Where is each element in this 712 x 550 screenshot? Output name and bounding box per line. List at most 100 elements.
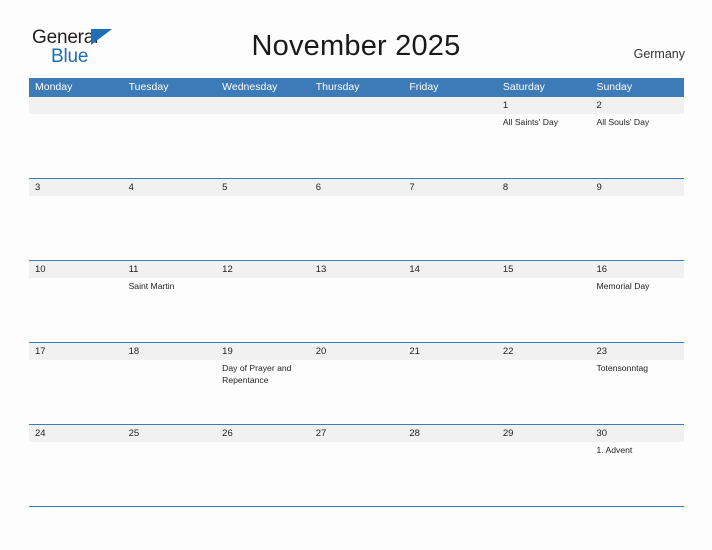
day-number[interactable] (29, 97, 123, 114)
day-cell[interactable]: Saint Martin (123, 278, 217, 342)
day-number[interactable]: 9 (590, 179, 684, 196)
day-number[interactable]: 1 (497, 97, 591, 114)
day-number[interactable]: 10 (29, 261, 123, 278)
day-cell[interactable] (403, 360, 497, 424)
day-cell[interactable]: All Saints' Day (497, 114, 591, 178)
day-cell[interactable] (403, 114, 497, 178)
day-number[interactable]: 30 (590, 425, 684, 442)
day-number[interactable]: 17 (29, 343, 123, 360)
day-cell[interactable] (29, 278, 123, 342)
event-label: All Souls' Day (596, 117, 650, 127)
day-number[interactable]: 19 (216, 343, 310, 360)
day-number[interactable]: 24 (29, 425, 123, 442)
day-number[interactable]: 23 (590, 343, 684, 360)
date-number-row: 17 18 19 20 21 22 23 (29, 343, 684, 360)
day-number[interactable]: 6 (310, 179, 404, 196)
calendar-grid: Monday Tuesday Wednesday Thursday Friday… (29, 78, 684, 507)
day-number[interactable] (403, 97, 497, 114)
day-number[interactable]: 28 (403, 425, 497, 442)
day-cell[interactable]: Memorial Day (590, 278, 684, 342)
calendar-week-row: 10 11 12 13 14 15 16 Saint Martin Memori… (29, 260, 684, 342)
day-cell[interactable] (497, 442, 591, 506)
day-number[interactable]: 26 (216, 425, 310, 442)
calendar-week-row: 17 18 19 20 21 22 23 Day of Prayer and R… (29, 342, 684, 424)
page-title: November 2025 (251, 30, 461, 62)
day-number[interactable]: 18 (123, 343, 217, 360)
calendar-week-row: 24 25 26 27 28 29 30 1. Advent (29, 424, 684, 506)
day-cell[interactable]: All Souls' Day (590, 114, 684, 178)
date-number-row: 10 11 12 13 14 15 16 (29, 261, 684, 278)
day-number[interactable]: 4 (123, 179, 217, 196)
day-number[interactable]: 5 (216, 179, 310, 196)
date-number-row: 1 2 (29, 97, 684, 114)
day-cell[interactable] (29, 442, 123, 506)
weekday-saturday: Saturday (502, 81, 545, 93)
day-cell[interactable] (29, 114, 123, 178)
day-cell[interactable] (216, 442, 310, 506)
day-cell[interactable] (497, 196, 591, 260)
day-cell[interactable]: Day of Prayer and Repentance (216, 360, 310, 424)
day-cell[interactable] (403, 196, 497, 260)
calendar-week-row: 3 4 5 6 7 8 9 (29, 178, 684, 260)
date-number-row: 24 25 26 27 28 29 30 (29, 425, 684, 442)
day-cell[interactable] (123, 442, 217, 506)
day-cell[interactable] (123, 360, 217, 424)
day-number[interactable]: 21 (403, 343, 497, 360)
day-number[interactable]: 15 (497, 261, 591, 278)
day-number[interactable]: 8 (497, 179, 591, 196)
day-number[interactable]: 14 (403, 261, 497, 278)
day-cell[interactable] (497, 360, 591, 424)
day-cell[interactable] (29, 360, 123, 424)
day-cell[interactable] (123, 196, 217, 260)
weekday-header-row: Monday Tuesday Wednesday Thursday Friday… (29, 78, 684, 96)
day-cell[interactable] (216, 196, 310, 260)
day-cell[interactable] (310, 442, 404, 506)
day-cell[interactable] (590, 196, 684, 260)
day-number[interactable] (123, 97, 217, 114)
day-cell[interactable] (216, 278, 310, 342)
day-number[interactable]: 2 (590, 97, 684, 114)
day-cell[interactable] (403, 278, 497, 342)
day-number[interactable]: 7 (403, 179, 497, 196)
day-number[interactable]: 11 (123, 261, 217, 278)
day-cell[interactable]: Totensonntag (590, 360, 684, 424)
day-cell[interactable] (497, 278, 591, 342)
day-cell[interactable] (123, 114, 217, 178)
event-label: Totensonntag (596, 363, 649, 373)
event-label: Day of Prayer and Repentance (222, 363, 292, 385)
day-cell[interactable] (216, 114, 310, 178)
day-number[interactable]: 3 (29, 179, 123, 196)
event-row: 1. Advent (29, 442, 684, 506)
date-number-row: 3 4 5 6 7 8 9 (29, 179, 684, 196)
event-label: 1. Advent (596, 445, 633, 455)
day-number[interactable]: 20 (310, 343, 404, 360)
day-number[interactable]: 16 (590, 261, 684, 278)
day-cell[interactable] (310, 360, 404, 424)
weekday-tuesday: Tuesday (128, 81, 169, 93)
event-label: All Saints' Day (502, 117, 559, 127)
day-number[interactable]: 22 (497, 343, 591, 360)
event-label: Saint Martin (128, 281, 175, 291)
day-number[interactable]: 13 (310, 261, 404, 278)
calendar-week-row: 1 2 All Saints' Day All Souls' Day (29, 96, 684, 178)
event-label: Memorial Day (596, 281, 650, 291)
day-cell[interactable] (29, 196, 123, 260)
weekday-wednesday: Wednesday (222, 81, 278, 93)
weekday-sunday: Sunday (596, 81, 633, 93)
day-number[interactable]: 25 (123, 425, 217, 442)
day-cell[interactable] (310, 196, 404, 260)
day-number[interactable]: 27 (310, 425, 404, 442)
event-row: All Saints' Day All Souls' Day (29, 114, 684, 178)
day-cell[interactable] (310, 278, 404, 342)
weekday-monday: Monday (35, 81, 73, 93)
day-number[interactable] (310, 97, 404, 114)
day-number[interactable] (216, 97, 310, 114)
event-row: Saint Martin Memorial Day (29, 278, 684, 342)
calendar-page: General Blue November 2025 Germany Monda… (0, 0, 712, 550)
day-cell[interactable]: 1. Advent (590, 442, 684, 506)
day-cell[interactable] (403, 442, 497, 506)
day-number[interactable]: 12 (216, 261, 310, 278)
day-cell[interactable] (310, 114, 404, 178)
day-number[interactable]: 29 (497, 425, 591, 442)
weekday-friday: Friday (409, 81, 439, 93)
